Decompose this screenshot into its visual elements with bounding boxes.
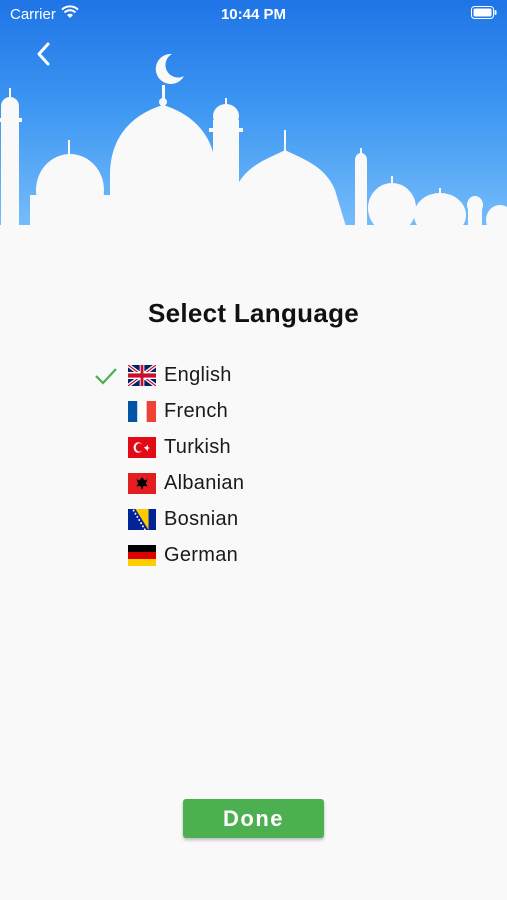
turkey-flag-icon <box>128 437 156 458</box>
language-list: English French Turkish Albanian Bosnian … <box>94 358 314 574</box>
language-option-albanian[interactable]: Albanian <box>94 466 314 502</box>
language-option-bosnian[interactable]: Bosnian <box>94 502 314 538</box>
language-label: Bosnian <box>164 508 239 530</box>
language-label: German <box>164 544 239 566</box>
mosque-silhouette <box>0 53 507 240</box>
germany-flag-icon <box>128 545 156 566</box>
france-flag-icon <box>128 401 156 422</box>
language-label: French <box>164 400 229 422</box>
battery-icon <box>471 6 497 19</box>
uk-flag-icon <box>128 365 156 386</box>
chevron-left-icon <box>37 42 50 66</box>
back-button[interactable] <box>30 40 58 68</box>
page-title: Select Language <box>147 298 360 328</box>
language-option-english[interactable]: English <box>94 358 314 394</box>
albania-flag-icon <box>128 473 156 494</box>
clock-time: 10:44 PM <box>220 6 287 23</box>
language-label: Albanian <box>164 472 245 494</box>
bosnia-flag-icon <box>128 509 156 530</box>
checkmark-icon <box>95 368 117 385</box>
language-label: English <box>164 364 232 386</box>
language-label: Turkish <box>164 436 231 458</box>
mosque-header <box>0 0 507 240</box>
language-option-german[interactable]: German <box>94 538 314 574</box>
status-bar: Carrier 10:44 PM <box>0 0 507 28</box>
language-option-french[interactable]: French <box>94 394 314 430</box>
language-option-turkish[interactable]: Turkish <box>94 430 314 466</box>
done-button[interactable]: Done <box>183 799 324 838</box>
